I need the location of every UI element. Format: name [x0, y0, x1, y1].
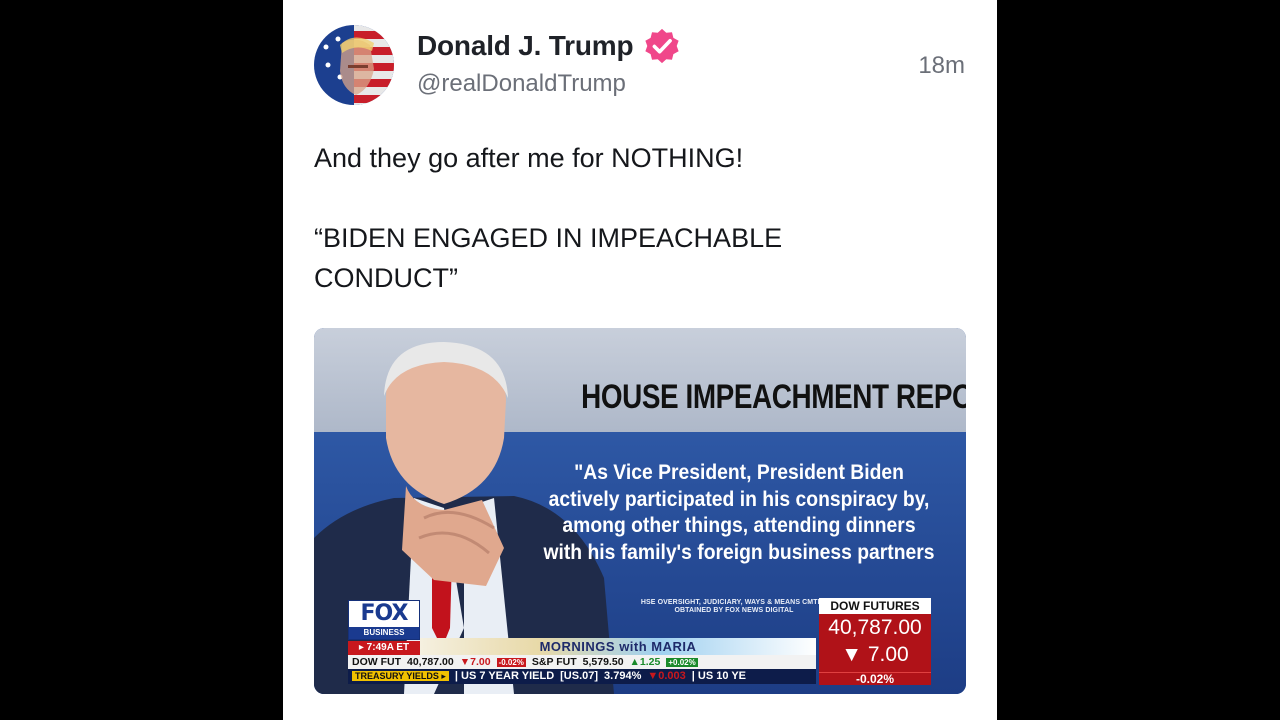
verified-badge-icon [645, 28, 679, 64]
broadcast-time: ▸ 7:49A ET [348, 641, 420, 655]
ticker-dow-value: 40,787.00 [407, 656, 454, 668]
show-name: MORNINGS with MARIA [420, 638, 816, 655]
ticker-yields: TREASURY YIELDS ▸ | US 7 YEAR YIELD [US.07… [348, 669, 816, 684]
quote-line: with his family's foreign business partn… [543, 540, 935, 564]
post-media-image[interactable]: HOUSE IMPEACHMENT REPORT "As Vice Presid… [314, 328, 966, 694]
report-headline: HOUSE IMPEACHMENT REPORT [581, 378, 966, 416]
post-text-line: CONDUCT” [314, 263, 458, 293]
fox-logo-text: FOX [360, 601, 409, 626]
post-card: Donald J. Trump @realDonaldTrump 18m And… [283, 0, 997, 720]
ticker-sp-label: S&P FUT [531, 656, 577, 668]
ticker-dow-label: DOW FUT [352, 656, 401, 668]
post-text: And they go after me for NOTHING! “BIDEN… [314, 138, 954, 298]
dow-futures-change: ▼ 7.00 [841, 643, 909, 666]
quote-line: actively participated in his conspiracy … [548, 487, 930, 511]
report-source: HSE OVERSIGHT, JUDICIARY, WAYS & MEANS C… [639, 599, 829, 615]
dow-futures-box: DOW FUTURES 40,787.00 ▼ 7.00 -0.02% [819, 598, 931, 685]
ticker-sp-change: ▲1.25 [629, 656, 661, 668]
ticker-item-code: [US.07] [560, 670, 599, 682]
ticker-futures: DOW FUT 40,787.00 ▼7.00 -0.02% S&P FUT 5,579.… [348, 655, 816, 669]
fox-logo-sub: BUSINESS [349, 627, 419, 639]
ticker-dow-change: ▼7.00 [459, 656, 491, 668]
author-name[interactable]: Donald J. Trump [417, 30, 634, 62]
ticker-item-value: 3.794% [604, 670, 642, 682]
ticker-sp-value: 5,579.50 [582, 656, 624, 668]
report-quote: "As Vice President, President Biden acti… [537, 460, 942, 566]
quote-line: "As Vice President, President Biden [574, 461, 904, 484]
dow-futures-pct: -0.02% [819, 672, 931, 685]
fox-business-logo: FOX BUSINESS [348, 600, 420, 640]
source-line: HSE OVERSIGHT, JUDICIARY, WAYS & MEANS C… [640, 599, 828, 606]
post-text-line: And they go after me for NOTHING! [314, 143, 744, 173]
ticker-item: | US 7 YEAR YIELD [454, 670, 555, 682]
author-row: Donald J. Trump [417, 28, 681, 64]
dow-futures-title: DOW FUTURES [819, 598, 931, 614]
ticker-sp-pct: +0.02% [666, 658, 698, 667]
post-timestamp[interactable]: 18m [918, 52, 965, 80]
ticker-dow-pct: -0.02% [496, 658, 526, 667]
ticker-yields-label: TREASURY YIELDS ▸ [352, 671, 449, 681]
avatar[interactable] [314, 25, 394, 105]
author-handle[interactable]: @realDonaldTrump [417, 70, 626, 98]
post-text-line: “BIDEN ENGAGED IN IMPEACHABLE [314, 223, 783, 253]
ticker-item-change: ▼0.003 [647, 670, 686, 682]
source-line: OBTAINED BY FOX NEWS DIGITAL [674, 607, 794, 614]
avatar-image [314, 25, 394, 105]
ticker-item: | US 10 YE [691, 670, 747, 682]
dow-futures-value: 40,787.00 [828, 616, 922, 639]
quote-line: among other things, attending dinners [562, 514, 916, 537]
